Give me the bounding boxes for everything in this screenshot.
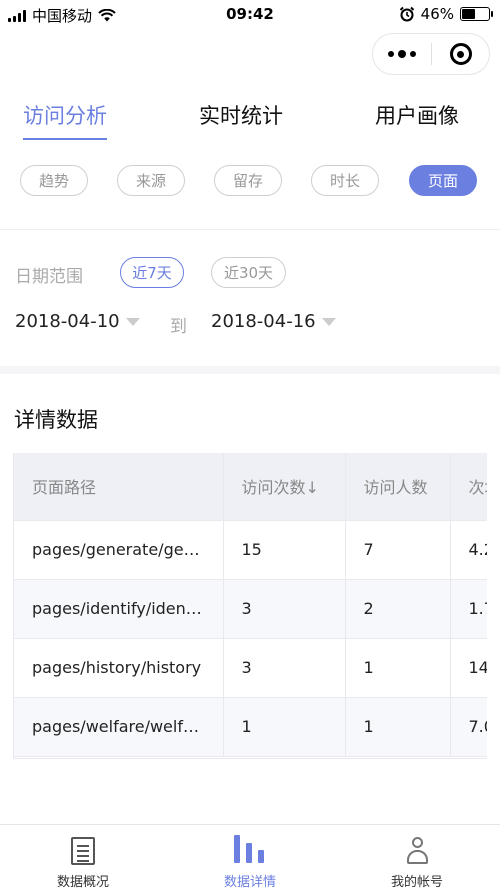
column-header-visitors[interactable]: 访问人数 xyxy=(345,453,451,521)
nav-data-details[interactable]: 数据详情 xyxy=(167,825,333,889)
nav-label: 数据概况 xyxy=(56,875,109,889)
column-header-page-path: 页面路径 xyxy=(14,453,224,521)
alarm-icon xyxy=(399,6,414,22)
cell-visitors: 1 xyxy=(345,697,451,757)
cell-page-path: pages/identify/identify xyxy=(14,579,224,639)
cell-visits: 3 xyxy=(223,579,346,639)
nav-label: 数据详情 xyxy=(223,875,276,889)
caret-down-icon xyxy=(321,317,336,326)
more-menu-button[interactable] xyxy=(373,34,431,74)
start-date-picker[interactable]: 2018-04-10 xyxy=(15,311,140,332)
table-row: pages/welfare/welfare 1 1 7.00 xyxy=(14,697,487,757)
cell-avg-duration: 1.77 xyxy=(450,579,487,639)
cell-page-path: pages/generate/generate xyxy=(14,520,224,580)
column-header-avg-duration[interactable]: 次均停留时长 xyxy=(450,453,487,521)
tab-user-profile[interactable]: 用户画像 xyxy=(375,100,459,130)
nav-label: 我的帐号 xyxy=(390,875,443,889)
tab-realtime-stats[interactable]: 实时统计 xyxy=(199,100,283,130)
table-row: pages/identify/identify 3 2 1.77 xyxy=(14,579,487,639)
nav-data-overview[interactable]: 数据概况 xyxy=(0,825,166,889)
section-divider xyxy=(0,229,500,230)
miniprogram-capsule xyxy=(372,33,490,75)
battery-level xyxy=(462,9,475,19)
table-header-row: 页面路径 访问次数↓ 访问人数 次均停留时长 xyxy=(14,453,487,521)
section-gap xyxy=(0,366,500,374)
user-icon xyxy=(401,837,433,864)
start-date-value: 2018-04-10 xyxy=(15,311,120,332)
main-tabs: 访问分析 实时统计 用户画像 xyxy=(0,100,500,140)
end-date-picker[interactable]: 2018-04-16 xyxy=(211,311,336,332)
chip-page[interactable]: 页面 xyxy=(409,165,477,196)
table-row: pages/generate/generate 15 7 4.21 xyxy=(14,520,487,580)
table-row: pages/history/history 3 1 14.33 xyxy=(14,638,487,698)
battery-percent: 46% xyxy=(420,5,454,23)
cell-visits: 3 xyxy=(223,638,346,698)
details-table-scroll[interactable]: 页面路径 访问次数↓ 访问人数 次均停留时长 pages/generate/ge… xyxy=(13,453,487,759)
tab-visit-analysis[interactable]: 访问分析 xyxy=(23,100,107,140)
document-list-icon xyxy=(67,837,99,865)
cell-avg-duration: 7.00 xyxy=(450,697,487,757)
more-dot-icon xyxy=(410,51,416,57)
details-table: 页面路径 访问次数↓ 访问人数 次均停留时长 pages/generate/ge… xyxy=(14,453,487,757)
cell-page-path: pages/welfare/welfare xyxy=(14,697,224,757)
range-7-days-button[interactable]: 近7天 xyxy=(120,257,184,288)
bar-chart-icon xyxy=(234,835,266,863)
cell-visits: 1 xyxy=(223,697,346,757)
cell-visits: 15 xyxy=(223,520,346,580)
end-date-value: 2018-04-16 xyxy=(211,311,316,332)
sub-filter-chips: 趋势 来源 留存 时长 页面 xyxy=(0,165,500,197)
chip-trend[interactable]: 趋势 xyxy=(20,165,88,196)
cell-page-path: pages/history/history xyxy=(14,638,224,698)
chip-retention[interactable]: 留存 xyxy=(214,165,282,196)
caret-down-icon xyxy=(125,317,140,326)
cell-visitors: 1 xyxy=(345,638,451,698)
details-title: 详情数据 xyxy=(14,408,98,432)
cell-visitors: 7 xyxy=(345,520,451,580)
status-right: 46% xyxy=(399,5,493,23)
chip-source[interactable]: 来源 xyxy=(117,165,185,196)
close-target-icon xyxy=(449,43,472,65)
close-miniprogram-button[interactable] xyxy=(432,34,489,74)
cell-visitors: 2 xyxy=(345,579,451,639)
nav-my-account[interactable]: 我的帐号 xyxy=(334,825,500,889)
status-bar: 中国移动 09:42 46% xyxy=(0,0,500,30)
chip-duration[interactable]: 时长 xyxy=(311,165,379,196)
range-30-days-button[interactable]: 近30天 xyxy=(211,257,286,288)
cell-avg-duration: 14.33 xyxy=(450,638,487,698)
date-to-label: 到 xyxy=(170,317,187,337)
cell-avg-duration: 4.21 xyxy=(450,520,487,580)
battery-icon xyxy=(460,7,493,21)
bottom-nav: 数据概况 数据详情 我的帐号 xyxy=(0,824,500,889)
column-header-visits-sort[interactable]: 访问次数↓ xyxy=(223,453,346,521)
more-dot-icon xyxy=(388,51,394,57)
date-range-label: 日期范围 xyxy=(15,267,83,287)
more-dot-icon xyxy=(398,50,406,58)
